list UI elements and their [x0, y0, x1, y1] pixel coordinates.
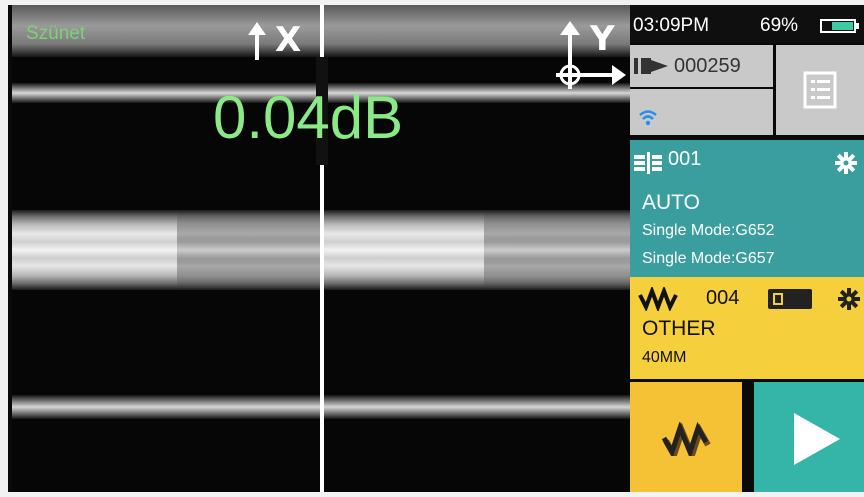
- heater-toggle-knob: [773, 293, 783, 305]
- sleeve-length: 40MM: [642, 349, 687, 366]
- crosshair-arrows-icon: [556, 21, 626, 89]
- splice-loss-value: 0.04dB: [213, 84, 404, 151]
- status-bar: 03:09PM 69%: [630, 5, 864, 43]
- axis-x-label: X: [275, 20, 302, 60]
- divider-line-bottom: [320, 165, 324, 492]
- gear-icon[interactable]: [838, 288, 860, 310]
- splice-program-icon: [634, 152, 662, 174]
- wifi-status-button[interactable]: [630, 89, 773, 135]
- camera-x-view: [12, 5, 322, 492]
- fiber-lower-cladding-y: [324, 395, 630, 419]
- menu-button[interactable]: [776, 45, 864, 135]
- fiber-type-left: Single Mode:G652: [642, 222, 775, 239]
- menu-list-icon: [803, 71, 837, 109]
- splice-mode: AUTO: [642, 191, 700, 214]
- electrode-counter-icon: [634, 58, 668, 74]
- axis-y-label: Y: [590, 19, 615, 59]
- fiber-type-right: Single Mode:G657: [642, 250, 775, 267]
- axis-x-indicator: X: [245, 20, 315, 64]
- heater-mode-toggle[interactable]: [768, 289, 812, 309]
- electrode-counter[interactable]: 000259: [630, 45, 773, 87]
- splice-zone-x: [177, 210, 322, 290]
- fiber-lower-cladding: [12, 395, 322, 419]
- battery-percent: 69%: [760, 15, 799, 36]
- arc-count-value: 000259: [674, 55, 741, 77]
- wifi-icon: [639, 110, 657, 126]
- heater-wave-icon: [661, 422, 711, 456]
- axis-y-indicator: Y: [548, 17, 628, 97]
- control-panel: 03:09PM 69% 000259 001 AUTO Single Mode:…: [630, 5, 864, 492]
- splice-program-panel[interactable]: 001 AUTO Single Mode:G652 Single Mode:G6…: [630, 140, 864, 277]
- splice-program-number: 001: [668, 148, 702, 170]
- heater-program-number: 004: [706, 287, 740, 309]
- clock-time: 03:09PM: [633, 15, 710, 36]
- pause-status-text: Szünet: [26, 23, 86, 44]
- gear-icon[interactable]: [835, 152, 857, 174]
- heater-wave-icon: [638, 287, 678, 311]
- start-splice-button[interactable]: [754, 382, 864, 492]
- divider-line-top: [320, 5, 324, 57]
- play-icon: [794, 413, 840, 465]
- splice-zone-y: [484, 210, 630, 290]
- battery-icon: [820, 19, 859, 33]
- heat-button[interactable]: [630, 382, 742, 492]
- heater-program-panel[interactable]: 004 OTHER 40MM: [630, 277, 864, 379]
- heater-mode: OTHER: [642, 317, 716, 340]
